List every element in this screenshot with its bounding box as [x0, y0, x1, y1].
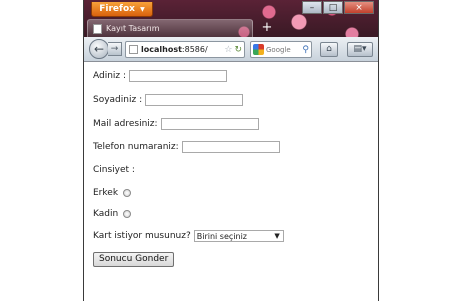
search-bar[interactable]: Google ⚲ — [250, 41, 312, 58]
gender-row: Cinsiyet : — [93, 163, 135, 177]
close-button[interactable]: × — [344, 1, 374, 14]
email-row: Mail adresiniz: — [93, 117, 259, 131]
male-radio[interactable] — [123, 189, 132, 197]
last-name-label: Soyadiniz : — [93, 95, 143, 105]
female-option-row: Kadin — [93, 207, 132, 221]
new-tab-button[interactable]: + — [260, 21, 274, 35]
forward-arrow-icon: → — [110, 44, 119, 54]
back-arrow-icon: ← — [93, 42, 105, 56]
minimize-button[interactable]: – — [302, 1, 322, 14]
male-option-row: Erkek — [93, 186, 132, 200]
first-name-input[interactable] — [129, 70, 228, 82]
phone-label: Telefon numaraniz: — [93, 142, 179, 152]
url-host: localhost — [141, 45, 182, 54]
card-select[interactable]: Birini seçiniz ▼ — [193, 230, 284, 242]
email-label: Mail adresiniz: — [93, 119, 158, 129]
reload-icon[interactable]: ↻ — [234, 45, 242, 55]
forward-button[interactable]: → — [108, 42, 122, 56]
first-name-row: Adiniz : — [93, 69, 228, 83]
card-question-label: Kart istiyor musunuz? — [93, 231, 191, 241]
firefox-menu-label: Firefox — [99, 4, 135, 14]
dropdown-arrow-icon: ▼ — [274, 232, 280, 240]
firefox-menu-button[interactable]: Firefox ▼ — [91, 2, 153, 17]
star-icon[interactable]: ☆ — [224, 45, 232, 55]
phone-row: Telefon numaraniz: — [93, 140, 280, 154]
url-icons: ☆ ↻ — [222, 45, 244, 55]
tab-kayit-tasarim[interactable]: Kayıt Tasarım — [87, 19, 253, 37]
window-controls: – □ × — [301, 1, 374, 14]
gender-label: Cinsiyet : — [93, 165, 135, 175]
browser-titlebar: Firefox ▼ – □ × Kayıt Tasarım + ← → loca… — [84, 0, 378, 62]
tools-menu-icon: ▤▾ — [353, 44, 367, 54]
navigation-toolbar: ← → localhost:8586/ ☆ ↻ Google ⚲ ⌂ ▤▾ — [84, 37, 378, 62]
google-icon[interactable] — [253, 44, 264, 55]
maximize-button[interactable]: □ — [323, 1, 343, 14]
male-label: Erkek — [93, 188, 119, 198]
first-name-label: Adiniz : — [93, 71, 127, 81]
email-input[interactable] — [160, 118, 259, 130]
tab-title: Kayıt Tasarım — [106, 24, 160, 33]
magnifier-icon[interactable]: ⚲ — [302, 45, 309, 55]
female-radio[interactable] — [123, 210, 132, 218]
tools-menu-button[interactable]: ▤▾ — [347, 42, 373, 57]
home-button[interactable]: ⌂ — [320, 42, 338, 57]
home-icon: ⌂ — [326, 44, 332, 54]
url-port-path: :8586/ — [181, 45, 208, 54]
submit-row: Sonucu Gonder — [93, 251, 175, 267]
phone-input[interactable] — [181, 141, 280, 153]
female-label: Kadin — [93, 209, 119, 219]
last-name-input[interactable] — [145, 94, 244, 106]
address-bar[interactable]: localhost:8586/ ☆ ↻ — [125, 41, 245, 58]
url-text: localhost:8586/ — [141, 45, 208, 54]
back-button[interactable]: ← — [89, 39, 109, 59]
card-select-value: Birini seçiniz — [196, 231, 247, 241]
search-placeholder: Google — [266, 45, 291, 54]
chevron-down-icon: ▼ — [140, 6, 145, 13]
site-identity-icon — [129, 45, 138, 54]
browser-window: Firefox ▼ – □ × Kayıt Tasarım + ← → loca… — [83, 0, 379, 301]
card-row: Kart istiyor musunuz? Birini seçiniz ▼ — [93, 229, 284, 243]
last-name-row: Soyadiniz : — [93, 93, 244, 107]
page-icon — [93, 23, 102, 34]
submit-button[interactable]: Sonucu Gonder — [93, 251, 175, 267]
